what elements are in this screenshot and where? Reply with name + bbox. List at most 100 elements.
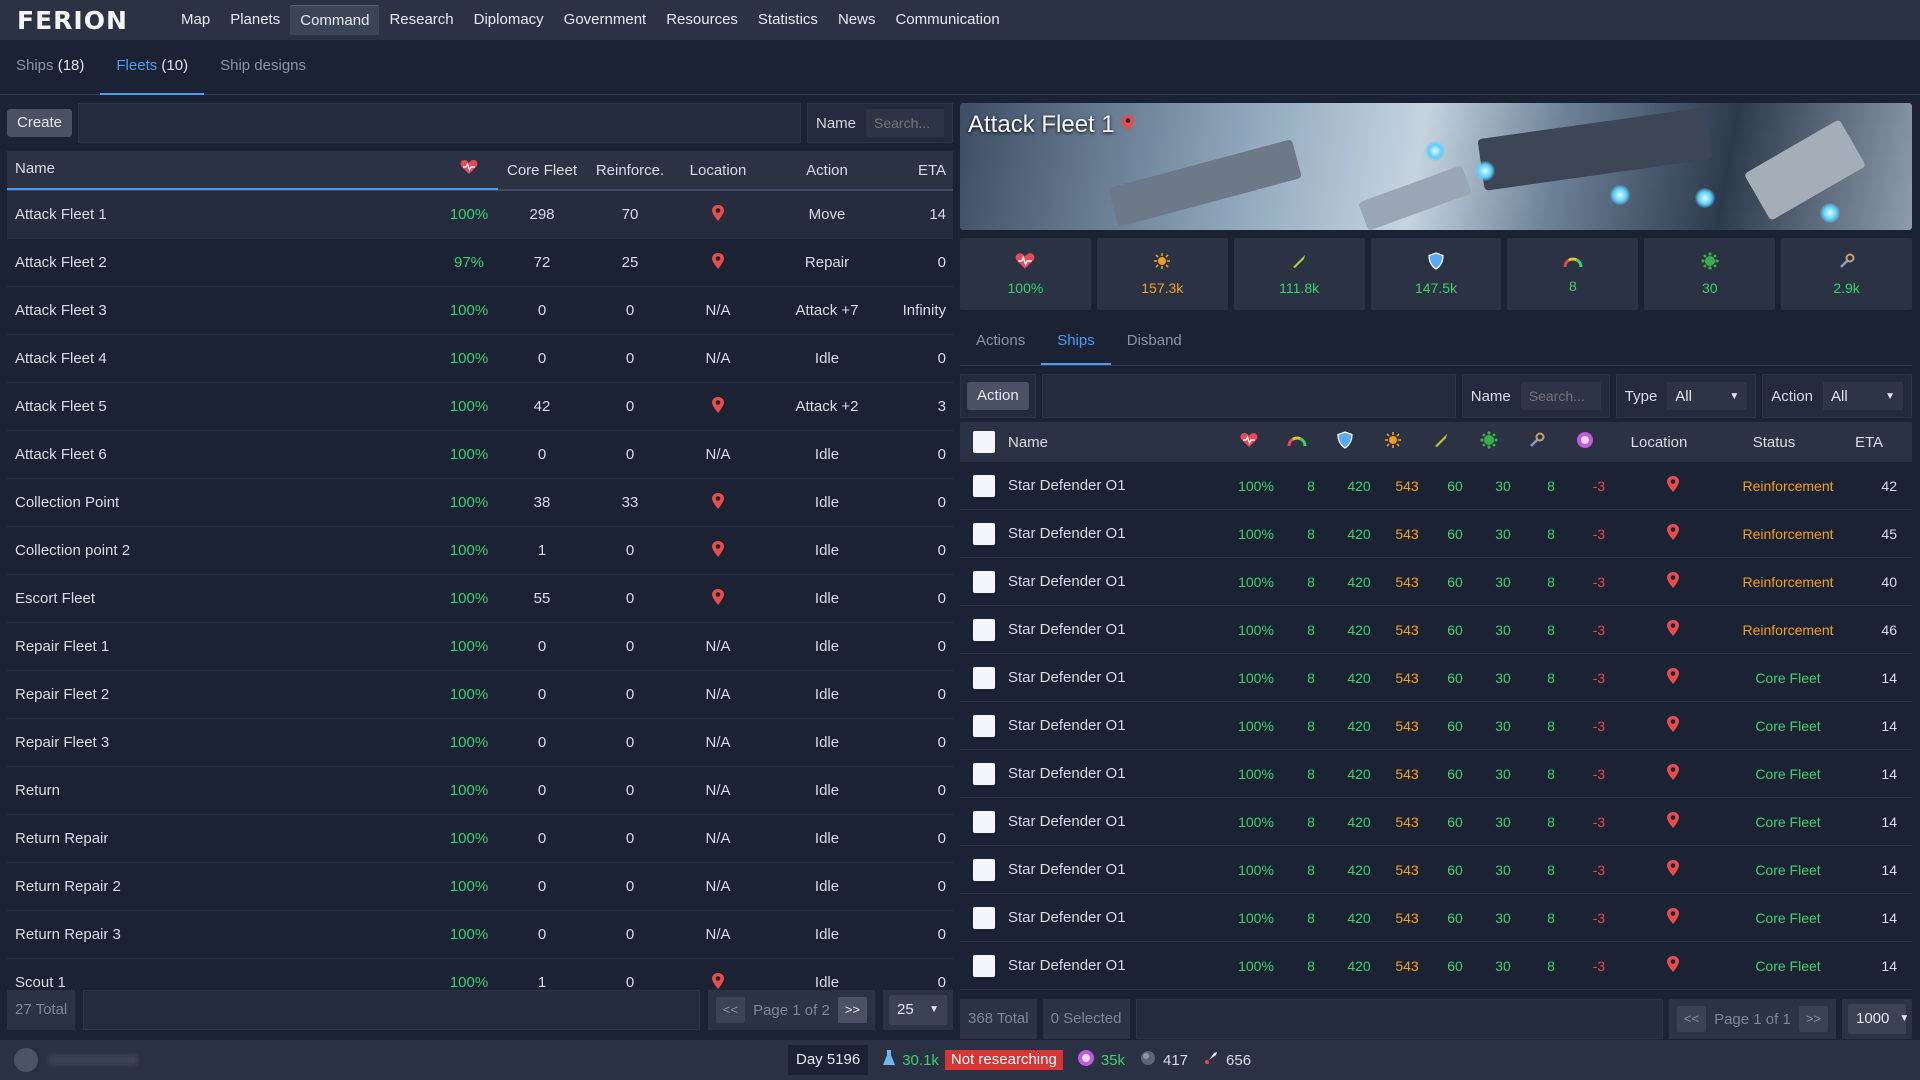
table-row[interactable]: Star Defender O1 100% 8 420 543 60 30 8 -3 Core F…	[960, 750, 1912, 798]
table-row[interactable]: Escort Fleet 100% 55 0 Idle 0	[7, 575, 953, 623]
ships-status[interactable]: 656	[1202, 1049, 1251, 1071]
col-ship-location[interactable]: Location	[1609, 434, 1709, 451]
tab-ships[interactable]: Ships	[1041, 318, 1111, 365]
location-pin-icon[interactable]	[674, 588, 762, 610]
page-size-select[interactable]: 1000 ▼	[1848, 1004, 1909, 1034]
nav-resources[interactable]: Resources	[656, 5, 748, 35]
location-pin-icon[interactable]	[674, 972, 762, 991]
table-row[interactable]: Star Defender O1 100% 8 420 543 60 30 8 -3 Core F…	[960, 942, 1912, 990]
table-row[interactable]: Star Defender O1 100% 8 420 543 60 30 8 -3 Core F…	[960, 894, 1912, 942]
nav-news[interactable]: News	[828, 5, 886, 35]
col-status[interactable]: Status	[1709, 434, 1839, 451]
avatar[interactable]	[14, 1048, 38, 1072]
table-row[interactable]: Repair Fleet 3 100% 0 0 N/A Idle 0	[7, 719, 953, 767]
table-row[interactable]: Return Repair 3 100% 0 0 N/A Idle 0	[7, 911, 953, 959]
table-row[interactable]: Repair Fleet 1 100% 0 0 N/A Idle 0	[7, 623, 953, 671]
table-row[interactable]: Star Defender O1 100% 8 420 543 60 30 8 -3 Core F…	[960, 798, 1912, 846]
nav-map[interactable]: Map	[171, 5, 220, 35]
page-size-select[interactable]: 25 ▼	[889, 995, 947, 1025]
location-pin-icon[interactable]	[674, 204, 762, 226]
table-row[interactable]: Return Repair 100% 0 0 N/A Idle 0	[7, 815, 953, 863]
next-page-button[interactable]: >>	[1798, 1006, 1828, 1032]
table-row[interactable]: Attack Fleet 5 100% 42 0 Attack +2 3	[7, 383, 953, 431]
table-row[interactable]: Collection point 2 100% 1 0 Idle 0	[7, 527, 953, 575]
table-row[interactable]: Star Defender O1 100% 8 420 543 60 30 8 -3 Reinfo…	[960, 462, 1912, 510]
nav-research[interactable]: Research	[379, 5, 463, 35]
ship-checkbox[interactable]	[973, 810, 995, 833]
ship-action-button[interactable]: Action	[967, 382, 1029, 410]
nav-statistics[interactable]: Statistics	[748, 5, 828, 35]
table-row[interactable]: Return 100% 0 0 N/A Idle 0	[7, 767, 953, 815]
col-repair[interactable]	[1513, 431, 1561, 453]
nav-planets[interactable]: Planets	[220, 5, 290, 35]
select-all-checkbox[interactable]	[973, 431, 995, 453]
tab-ship-designs[interactable]: Ship designs	[204, 40, 322, 95]
table-row[interactable]: Star Defender O1 100% 8 420 543 60 30 8 -3 Core F…	[960, 702, 1912, 750]
nav-government[interactable]: Government	[554, 5, 657, 35]
ship-checkbox[interactable]	[973, 714, 995, 737]
tab-ships[interactable]: Ships (18)	[0, 40, 100, 95]
fleet-search-input[interactable]	[866, 109, 944, 137]
location-pin-icon[interactable]	[1623, 763, 1723, 784]
col-location[interactable]: Location	[674, 162, 762, 179]
type-select[interactable]: All ▼	[1667, 382, 1748, 410]
tab-actions[interactable]: Actions	[960, 318, 1041, 365]
table-row[interactable]: Scout 1 100% 1 0 Idle 0	[7, 959, 953, 990]
col-ship-eta[interactable]: ETA	[1839, 434, 1889, 451]
create-fleet-button[interactable]: Create	[7, 109, 73, 137]
location-pin-icon[interactable]	[1623, 859, 1723, 880]
col-health[interactable]	[440, 150, 498, 190]
table-row[interactable]: Collection Point 100% 38 33 Idle 0	[7, 479, 953, 527]
location-pin-icon[interactable]	[1623, 475, 1723, 496]
action-select[interactable]: All ▼	[1823, 382, 1903, 410]
col-eta[interactable]: ETA	[892, 162, 952, 179]
table-row[interactable]: Star Defender O1 100% 8 420 543 60 30 8 -3 Core F…	[960, 846, 1912, 894]
col-ship-name[interactable]: Name	[1008, 434, 1225, 451]
col-missile[interactable]	[1417, 431, 1465, 453]
nav-communication[interactable]: Communication	[885, 5, 1009, 35]
location-pin-icon[interactable]	[1623, 811, 1723, 832]
location-pin-icon[interactable]	[1623, 523, 1723, 544]
research-status[interactable]: 30.1k Not researching	[882, 1049, 1063, 1071]
location-pin-icon[interactable]	[1121, 111, 1135, 139]
col-name[interactable]: Name	[7, 150, 440, 190]
col-reinforce[interactable]: Reinforce.	[586, 162, 674, 179]
tab-fleets[interactable]: Fleets (10)	[100, 40, 205, 95]
col-core-fleet[interactable]: Core Fleet	[498, 162, 586, 179]
ship-checkbox[interactable]	[973, 954, 995, 977]
location-pin-icon[interactable]	[1623, 907, 1723, 928]
prev-page-button[interactable]: <<	[1676, 1006, 1707, 1032]
col-hp[interactable]	[1225, 432, 1273, 452]
table-row[interactable]: Star Defender O1 100% 8 420 543 60 30 8 -3 Core F…	[960, 654, 1912, 702]
location-pin-icon[interactable]	[674, 396, 762, 418]
ship-checkbox[interactable]	[973, 522, 995, 545]
table-row[interactable]: Star Defender O1 100% 8 420 543 60 30 8 -3 Reinfo…	[960, 606, 1912, 654]
location-pin-icon[interactable]	[1623, 955, 1723, 976]
table-row[interactable]: Return Repair 2 100% 0 0 N/A Idle 0	[7, 863, 953, 911]
col-speed[interactable]	[1273, 433, 1321, 451]
ship-checkbox[interactable]	[973, 666, 995, 689]
prev-page-button[interactable]: <<	[715, 997, 746, 1023]
location-pin-icon[interactable]	[1623, 715, 1723, 736]
ship-checkbox[interactable]	[973, 618, 995, 641]
energy-status[interactable]: 35k	[1077, 1049, 1125, 1071]
ship-checkbox[interactable]	[973, 474, 995, 497]
location-pin-icon[interactable]	[1623, 571, 1723, 592]
location-pin-icon[interactable]	[1623, 619, 1723, 640]
table-row[interactable]: Star Defender O1 100% 8 420 543 60 30 8 -3 Reinfo…	[960, 558, 1912, 606]
location-pin-icon[interactable]	[1623, 667, 1723, 688]
table-row[interactable]: Attack Fleet 3 100% 0 0 N/A Attack +7 Infinity	[7, 287, 953, 335]
ship-checkbox[interactable]	[973, 906, 995, 929]
table-row[interactable]: Attack Fleet 6 100% 0 0 N/A Idle 0	[7, 431, 953, 479]
ship-checkbox[interactable]	[973, 762, 995, 785]
location-pin-icon[interactable]	[674, 492, 762, 514]
col-bio[interactable]	[1465, 431, 1513, 453]
ship-checkbox[interactable]	[973, 570, 995, 593]
tab-disband[interactable]: Disband	[1111, 318, 1198, 365]
location-pin-icon[interactable]	[674, 252, 762, 274]
table-row[interactable]: Repair Fleet 2 100% 0 0 N/A Idle 0	[7, 671, 953, 719]
nav-command[interactable]: Command	[290, 5, 380, 35]
planets-status[interactable]: 417	[1139, 1049, 1188, 1071]
table-row[interactable]: Star Defender O1 100% 8 420 543 60 30 8 -3 Reinfo…	[960, 510, 1912, 558]
location-pin-icon[interactable]	[674, 540, 762, 562]
